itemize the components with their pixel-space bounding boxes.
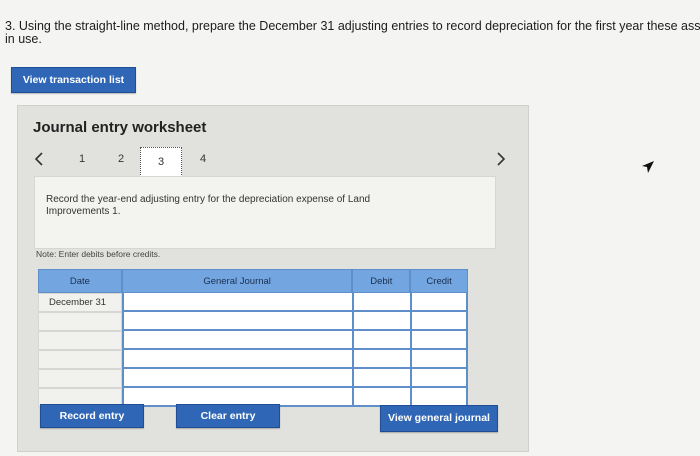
date-cell[interactable] [38,331,122,350]
debit-input[interactable] [352,293,411,312]
journal-entry-worksheet: Journal entry worksheet 1 2 3 4 Record t… [17,105,529,452]
debit-input[interactable] [352,331,411,350]
general-journal-header: General Journal [121,269,353,293]
chevron-right-icon[interactable] [496,152,506,171]
question-line-2: in use. [5,32,42,46]
debit-header: Debit [352,269,411,293]
page-4-tab[interactable]: 4 [200,153,206,165]
question-text: 3. Using the straight-line method, prepa… [5,20,700,46]
credit-input[interactable] [410,350,468,369]
account-input[interactable] [121,369,353,388]
date-cell[interactable] [38,350,122,369]
date-cell[interactable]: December 31 [38,293,122,312]
table-row: December 31 [38,293,468,312]
date-cell[interactable] [38,369,122,388]
credit-input[interactable] [410,331,468,350]
mouse-cursor-icon [641,160,655,174]
question-line-1: 3. Using the straight-line method, prepa… [5,20,700,33]
credit-input[interactable] [410,369,468,388]
page-1-tab[interactable]: 1 [79,153,85,165]
worksheet-title: Journal entry worksheet [33,119,207,136]
credit-input[interactable] [410,293,468,312]
account-input[interactable] [121,331,353,350]
debit-input[interactable] [352,350,411,369]
view-general-journal-button[interactable]: View general journal [380,405,498,432]
clear-entry-button[interactable]: Clear entry [176,404,280,428]
instruction-box: Record the year-end adjusting entry for … [34,176,496,249]
table-row [38,369,468,388]
chevron-left-icon[interactable] [34,152,44,171]
table-row [38,331,468,350]
debit-input[interactable] [352,312,411,331]
debit-input[interactable] [352,369,411,388]
account-input[interactable] [121,312,353,331]
debits-note: Note: Enter debits before credits. [36,249,161,259]
journal-header-row: Date General Journal Debit Credit [38,269,468,293]
worksheet-pager: 1 2 3 4 [18,146,528,177]
page-3-tab-active[interactable]: 3 [140,147,182,177]
journal-table: Date General Journal Debit Credit Decemb… [38,269,468,407]
table-row [38,350,468,369]
table-row [38,312,468,331]
account-input[interactable] [121,293,353,312]
view-transaction-list-button[interactable]: View transaction list [11,67,136,93]
instruction-text: Record the year-end adjusting entry for … [46,194,371,217]
account-input[interactable] [121,350,353,369]
date-cell[interactable] [38,312,122,331]
credit-input[interactable] [410,312,468,331]
page-2-tab[interactable]: 2 [118,153,124,165]
record-entry-button[interactable]: Record entry [40,404,144,428]
date-header: Date [38,269,122,293]
credit-header: Credit [410,269,468,293]
